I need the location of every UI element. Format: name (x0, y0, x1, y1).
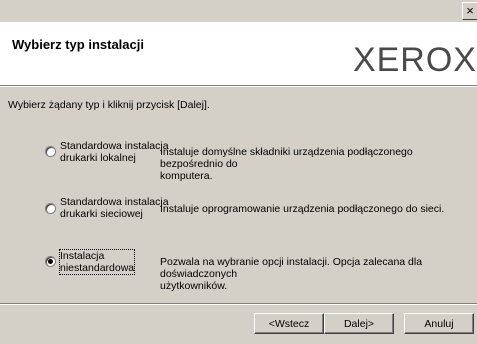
option-custom-label[interactable]: Instalacja niestandardowa (58, 249, 136, 275)
option-network-desc-line1: Instaluje oprogramowanie urządzenia podł… (160, 203, 445, 215)
next-button[interactable]: Dalej> (324, 313, 394, 334)
option-network-label[interactable]: Standardowa instalacja drukarki sieciowe… (60, 196, 169, 220)
radio-local-printer[interactable] (45, 146, 56, 157)
cancel-button[interactable]: Anuluj (404, 313, 474, 334)
instruction-text: Wybierz żądany typ i kliknij przycisk [D… (8, 99, 210, 111)
option-custom-desc-line2: użytkowników. (160, 280, 228, 292)
header-divider (0, 85, 477, 87)
option-local-label-line2: drukarki lokalnej (60, 152, 136, 164)
option-network-label-line1: Standardowa instalacja (60, 196, 169, 208)
footer-divider (0, 303, 477, 305)
option-custom-label-line1: Instalacja (60, 250, 105, 262)
option-local-label[interactable]: Standardowa instalacja drukarki lokalnej (60, 140, 169, 164)
option-network-description: Instaluje oprogramowanie urządzenia podł… (160, 203, 470, 215)
option-custom-label-line2: niestandardowa (60, 262, 135, 274)
back-button[interactable]: <Wstecz (254, 313, 324, 334)
option-network-label-line2: drukarki sieciowej (60, 208, 143, 220)
page-title: Wybierz typ instalacji (12, 37, 144, 52)
option-local-desc-line2: komputera. (160, 170, 213, 182)
option-local-label-line1: Standardowa instalacja (60, 140, 169, 152)
installer-window: × Wybierz typ instalacji XEROX Wybierz ż… (0, 0, 477, 344)
radio-network-printer[interactable] (45, 203, 56, 214)
option-local-desc-line1: Instaluje domyślne składniki urządzenia … (160, 146, 413, 170)
header-panel: Wybierz typ instalacji XEROX (0, 23, 477, 85)
option-custom-description: Pozwala na wybranie opcji instalacji. Op… (160, 256, 470, 292)
radio-selected-dot (48, 259, 53, 264)
radio-custom[interactable] (45, 256, 56, 267)
option-custom-desc-line1: Pozwala na wybranie opcji instalacji. Op… (160, 256, 423, 280)
xerox-logo: XEROX (352, 41, 477, 79)
title-bar: × (0, 0, 477, 23)
close-button[interactable]: × (462, 2, 477, 20)
option-local-description: Instaluje domyślne składniki urządzenia … (160, 146, 470, 182)
